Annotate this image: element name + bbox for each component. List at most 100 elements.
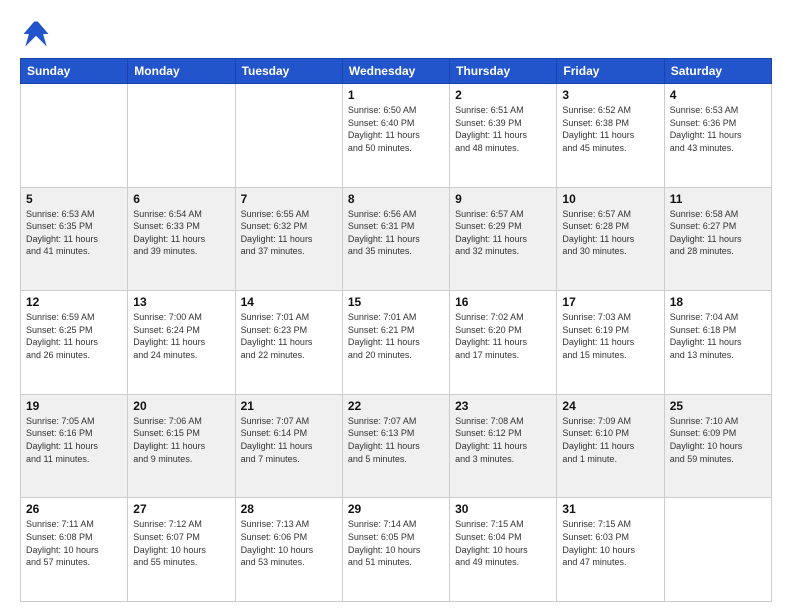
day-number: 18 [670,295,766,309]
day-number: 9 [455,192,551,206]
calendar-cell: 8 Sunrise: 6:56 AM Sunset: 6:31 PM Daylig… [342,187,449,291]
calendar-cell: 31 Sunrise: 7:15 AM Sunset: 6:03 PM Dayli… [557,498,664,602]
calendar-cell [664,498,771,602]
day-number: 11 [670,192,766,206]
day-info: Sunrise: 7:11 AM Sunset: 6:08 PM Dayligh… [26,518,122,568]
calendar-cell: 2 Sunrise: 6:51 AM Sunset: 6:39 PM Daylig… [450,84,557,188]
day-info: Sunrise: 7:07 AM Sunset: 6:13 PM Dayligh… [348,415,444,465]
day-number: 23 [455,399,551,413]
day-number: 30 [455,502,551,516]
day-info: Sunrise: 6:58 AM Sunset: 6:27 PM Dayligh… [670,208,766,258]
calendar-cell: 3Sunrise: 6:52 AM Sunset: 6:38 PM Daylig… [557,84,664,188]
calendar-cell: 7 Sunrise: 6:55 AM Sunset: 6:32 PM Daylig… [235,187,342,291]
day-info: Sunrise: 7:04 AM Sunset: 6:18 PM Dayligh… [670,311,766,361]
day-info: Sunrise: 6:55 AM Sunset: 6:32 PM Dayligh… [241,208,337,258]
day-info: Sunrise: 7:14 AM Sunset: 6:05 PM Dayligh… [348,518,444,568]
calendar-cell: 6 Sunrise: 6:54 AM Sunset: 6:33 PM Daylig… [128,187,235,291]
col-header-friday: Friday [557,59,664,84]
calendar-cell: 10Sunrise: 6:57 AM Sunset: 6:28 PM Dayli… [557,187,664,291]
day-info: Sunrise: 7:01 AM Sunset: 6:23 PM Dayligh… [241,311,337,361]
day-info: Sunrise: 7:07 AM Sunset: 6:14 PM Dayligh… [241,415,337,465]
calendar-cell: 18 Sunrise: 7:04 AM Sunset: 6:18 PM Dayli… [664,291,771,395]
calendar-week-row: 12Sunrise: 6:59 AM Sunset: 6:25 PM Dayli… [21,291,772,395]
day-info: Sunrise: 6:53 AM Sunset: 6:35 PM Dayligh… [26,208,122,258]
day-number: 27 [133,502,229,516]
calendar-cell: 21 Sunrise: 7:07 AM Sunset: 6:14 PM Dayli… [235,394,342,498]
day-info: Sunrise: 7:02 AM Sunset: 6:20 PM Dayligh… [455,311,551,361]
day-number: 10 [562,192,658,206]
day-info: Sunrise: 6:51 AM Sunset: 6:39 PM Dayligh… [455,104,551,154]
day-number: 28 [241,502,337,516]
day-info: Sunrise: 7:10 AM Sunset: 6:09 PM Dayligh… [670,415,766,465]
day-number: 31 [562,502,658,516]
header [20,18,772,50]
day-info: Sunrise: 6:57 AM Sunset: 6:29 PM Dayligh… [455,208,551,258]
day-number: 1 [348,88,444,102]
day-number: 5 [26,192,122,206]
day-info: Sunrise: 7:08 AM Sunset: 6:12 PM Dayligh… [455,415,551,465]
calendar-cell: 5 Sunrise: 6:53 AM Sunset: 6:35 PM Daylig… [21,187,128,291]
calendar-header-row: SundayMondayTuesdayWednesdayThursdayFrid… [21,59,772,84]
day-number: 8 [348,192,444,206]
calendar-cell: 22 Sunrise: 7:07 AM Sunset: 6:13 PM Dayli… [342,394,449,498]
calendar-cell: 9 Sunrise: 6:57 AM Sunset: 6:29 PM Daylig… [450,187,557,291]
day-number: 17 [562,295,658,309]
calendar-cell: 19Sunrise: 7:05 AM Sunset: 6:16 PM Dayli… [21,394,128,498]
day-number: 21 [241,399,337,413]
calendar-cell: 1 Sunrise: 6:50 AM Sunset: 6:40 PM Daylig… [342,84,449,188]
calendar-week-row: 5 Sunrise: 6:53 AM Sunset: 6:35 PM Daylig… [21,187,772,291]
day-number: 13 [133,295,229,309]
calendar-cell: 17Sunrise: 7:03 AM Sunset: 6:19 PM Dayli… [557,291,664,395]
col-header-wednesday: Wednesday [342,59,449,84]
calendar-cell: 29 Sunrise: 7:14 AM Sunset: 6:05 PM Dayli… [342,498,449,602]
day-number: 14 [241,295,337,309]
day-number: 2 [455,88,551,102]
calendar-cell: 25 Sunrise: 7:10 AM Sunset: 6:09 PM Dayli… [664,394,771,498]
day-number: 25 [670,399,766,413]
day-info: Sunrise: 6:59 AM Sunset: 6:25 PM Dayligh… [26,311,122,361]
calendar-cell: 11 Sunrise: 6:58 AM Sunset: 6:27 PM Dayli… [664,187,771,291]
calendar-cell [21,84,128,188]
day-number: 15 [348,295,444,309]
day-info: Sunrise: 7:05 AM Sunset: 6:16 PM Dayligh… [26,415,122,465]
day-number: 6 [133,192,229,206]
col-header-monday: Monday [128,59,235,84]
day-number: 26 [26,502,122,516]
calendar-cell: 28 Sunrise: 7:13 AM Sunset: 6:06 PM Dayli… [235,498,342,602]
day-info: Sunrise: 6:54 AM Sunset: 6:33 PM Dayligh… [133,208,229,258]
day-info: Sunrise: 7:00 AM Sunset: 6:24 PM Dayligh… [133,311,229,361]
logo [20,18,56,50]
calendar-cell: 13 Sunrise: 7:00 AM Sunset: 6:24 PM Dayli… [128,291,235,395]
day-number: 7 [241,192,337,206]
calendar-cell: 27 Sunrise: 7:12 AM Sunset: 6:07 PM Dayli… [128,498,235,602]
calendar-week-row: 19Sunrise: 7:05 AM Sunset: 6:16 PM Dayli… [21,394,772,498]
calendar-week-row: 26 Sunrise: 7:11 AM Sunset: 6:08 PM Dayli… [21,498,772,602]
day-info: Sunrise: 6:56 AM Sunset: 6:31 PM Dayligh… [348,208,444,258]
day-info: Sunrise: 7:12 AM Sunset: 6:07 PM Dayligh… [133,518,229,568]
col-header-saturday: Saturday [664,59,771,84]
day-info: Sunrise: 7:13 AM Sunset: 6:06 PM Dayligh… [241,518,337,568]
day-number: 3 [562,88,658,102]
day-number: 4 [670,88,766,102]
calendar-cell: 20 Sunrise: 7:06 AM Sunset: 6:15 PM Dayli… [128,394,235,498]
day-number: 29 [348,502,444,516]
day-info: Sunrise: 7:06 AM Sunset: 6:15 PM Dayligh… [133,415,229,465]
day-number: 16 [455,295,551,309]
calendar-cell: 4 Sunrise: 6:53 AM Sunset: 6:36 PM Daylig… [664,84,771,188]
day-number: 20 [133,399,229,413]
page: SundayMondayTuesdayWednesdayThursdayFrid… [0,0,792,612]
day-info: Sunrise: 7:15 AM Sunset: 6:03 PM Dayligh… [562,518,658,568]
calendar-cell: 30 Sunrise: 7:15 AM Sunset: 6:04 PM Dayli… [450,498,557,602]
day-info: Sunrise: 6:50 AM Sunset: 6:40 PM Dayligh… [348,104,444,154]
calendar-cell: 16 Sunrise: 7:02 AM Sunset: 6:20 PM Dayli… [450,291,557,395]
calendar-cell: 23 Sunrise: 7:08 AM Sunset: 6:12 PM Dayli… [450,394,557,498]
calendar-cell: 24Sunrise: 7:09 AM Sunset: 6:10 PM Dayli… [557,394,664,498]
calendar-cell [235,84,342,188]
calendar-cell: 26 Sunrise: 7:11 AM Sunset: 6:08 PM Dayli… [21,498,128,602]
calendar-table: SundayMondayTuesdayWednesdayThursdayFrid… [20,58,772,602]
calendar-week-row: 1 Sunrise: 6:50 AM Sunset: 6:40 PM Daylig… [21,84,772,188]
day-info: Sunrise: 7:15 AM Sunset: 6:04 PM Dayligh… [455,518,551,568]
calendar-cell [128,84,235,188]
day-number: 22 [348,399,444,413]
day-info: Sunrise: 6:53 AM Sunset: 6:36 PM Dayligh… [670,104,766,154]
